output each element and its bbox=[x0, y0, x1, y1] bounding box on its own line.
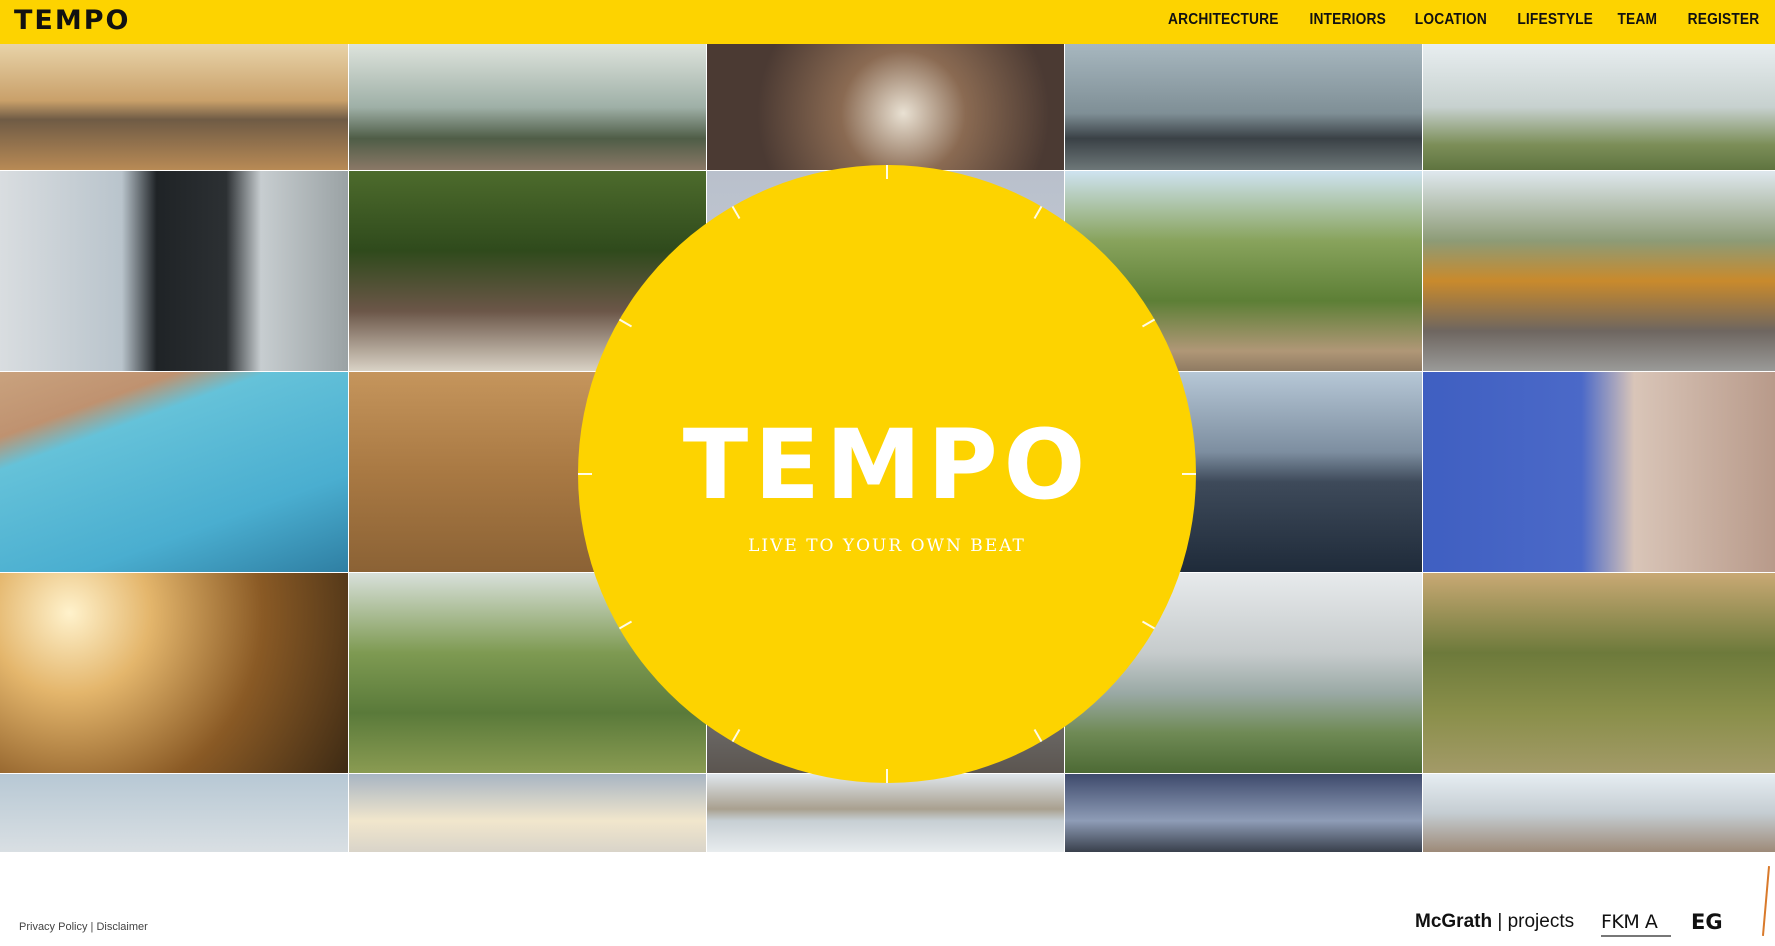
fkma-underline bbox=[1601, 935, 1671, 937]
logo-separator: | bbox=[1497, 911, 1503, 932]
clock-tick bbox=[1141, 318, 1156, 328]
photo-tile-sky-2 bbox=[0, 774, 348, 852]
clock-tick bbox=[1033, 728, 1043, 743]
photo-tile-apartments bbox=[1423, 171, 1775, 371]
photo-tile-sunset-sky bbox=[349, 774, 706, 852]
clock-tick bbox=[731, 205, 741, 220]
nav-register[interactable]: REGISTER bbox=[1687, 11, 1759, 29]
header-bar: TEMPO ARCHITECTURE INTERIORS LOCATION LI… bbox=[0, 0, 1775, 44]
disclaimer-link[interactable]: Disclaimer bbox=[96, 921, 147, 933]
mcgrath-wordmark: McGrath bbox=[1415, 911, 1493, 932]
photo-tile-city-water bbox=[707, 774, 1064, 852]
privacy-policy-link[interactable]: Privacy Policy bbox=[19, 921, 87, 933]
photo-tile-sunset-trees bbox=[0, 573, 348, 773]
photo-tile-cyclist bbox=[1423, 44, 1775, 170]
clock-tick bbox=[618, 318, 633, 328]
photo-tile-pool bbox=[0, 372, 348, 572]
footer-separator: | bbox=[90, 921, 94, 933]
photo-tile-blue-building bbox=[1423, 372, 1775, 572]
clock-tick bbox=[1033, 205, 1043, 220]
projects-wordmark: projects bbox=[1507, 911, 1575, 932]
photo-tile-woman-running bbox=[1423, 573, 1775, 773]
nav-interiors[interactable]: INTERIORS bbox=[1309, 11, 1385, 29]
photo-tile-river-deck bbox=[349, 44, 706, 170]
photo-tile-dining bbox=[707, 44, 1064, 170]
clock-tick bbox=[1141, 620, 1156, 630]
photo-tile-riverside-evening bbox=[1065, 774, 1422, 852]
footer: Privacy Policy | Disclaimer McGrath | pr… bbox=[0, 852, 1775, 946]
site-logo[interactable]: TEMPO bbox=[14, 6, 130, 36]
eg-logo: EG bbox=[1691, 910, 1723, 934]
footer-links: Privacy Policy | Disclaimer bbox=[19, 921, 148, 933]
eg-accent-line bbox=[1761, 866, 1771, 936]
photo-tile-man-building bbox=[0, 171, 348, 371]
photo-tile-boat bbox=[1065, 44, 1422, 170]
partner-logos: McGrath | projects FKM A EG bbox=[1415, 852, 1775, 946]
nav-team[interactable]: TEAM bbox=[1618, 11, 1658, 29]
hero-title: TEMPO bbox=[682, 409, 1092, 521]
hero-circle: TEMPO LIVE TO YOUR OWN BEAT bbox=[578, 165, 1196, 783]
clock-tick bbox=[886, 769, 888, 783]
nav-lifestyle[interactable]: LIFESTYLE bbox=[1518, 11, 1594, 29]
clock-tick bbox=[886, 165, 888, 179]
photo-tile-walkway bbox=[1423, 774, 1775, 852]
clock-tick bbox=[731, 728, 741, 743]
photo-tile-marina bbox=[0, 44, 348, 170]
hero-tagline: LIVE TO YOUR OWN BEAT bbox=[748, 536, 1026, 556]
main-nav: ARCHITECTURE INTERIORS LOCATION LIFESTYL… bbox=[1150, 11, 1759, 29]
fkma-logo: FKM A bbox=[1601, 911, 1658, 933]
clock-tick bbox=[618, 620, 633, 630]
mcgrath-projects-logo: McGrath | projects bbox=[1415, 911, 1574, 933]
nav-architecture[interactable]: ARCHITECTURE bbox=[1168, 11, 1279, 29]
nav-location[interactable]: LOCATION bbox=[1415, 11, 1487, 29]
